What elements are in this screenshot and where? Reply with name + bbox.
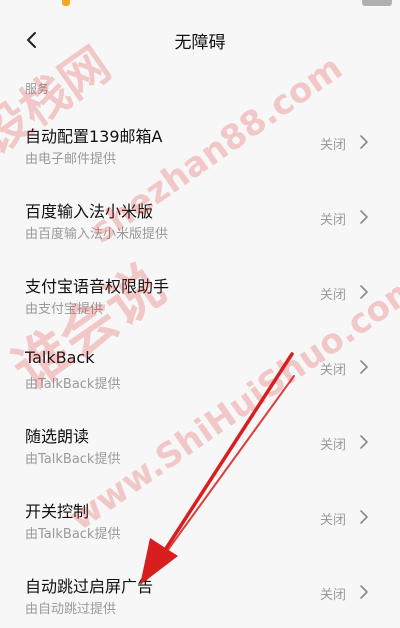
chevron-right-icon bbox=[358, 509, 370, 524]
service-row[interactable]: 自动跳过启屏广告 由自动跳过提供 关闭 bbox=[0, 553, 400, 628]
service-title: 开关控制 bbox=[25, 502, 90, 521]
service-title: 支付宝语音权限助手 bbox=[25, 277, 170, 296]
service-row[interactable]: 随选朗读 由TalkBack提供 关闭 bbox=[0, 403, 400, 478]
service-title: TalkBack bbox=[25, 348, 95, 367]
service-status: 关闭 bbox=[319, 588, 346, 603]
chevron-right-icon bbox=[358, 134, 370, 149]
service-row[interactable]: 开关控制 由TalkBack提供 关闭 bbox=[0, 478, 400, 553]
status-icons bbox=[362, 0, 392, 6]
service-title: 百度输入法小米版 bbox=[25, 202, 154, 221]
service-title: 自动配置139邮箱A bbox=[25, 127, 163, 146]
service-provider: 由支付宝提供 bbox=[25, 302, 104, 317]
service-provider: 由自动跳过提供 bbox=[25, 602, 117, 617]
page-title: 无障碍 bbox=[174, 33, 226, 53]
service-title: 自动跳过启屏广告 bbox=[25, 577, 154, 596]
service-status: 关闭 bbox=[319, 213, 346, 228]
chevron-right-icon bbox=[358, 584, 370, 599]
service-title: 随选朗读 bbox=[25, 427, 90, 446]
chevron-right-icon bbox=[358, 359, 370, 374]
notification-icon bbox=[62, 0, 70, 6]
service-row[interactable]: 自动配置139邮箱A 由电子邮件提供 关闭 bbox=[0, 103, 400, 178]
service-row[interactable]: 百度输入法小米版 由百度输入法小米版提供 关闭 bbox=[0, 178, 400, 253]
service-row[interactable]: TalkBack 由TalkBack提供 关闭 bbox=[0, 328, 400, 403]
service-provider: 由电子邮件提供 bbox=[25, 152, 117, 167]
service-status: 关闭 bbox=[319, 288, 346, 303]
services-list: 自动配置139邮箱A 由电子邮件提供 关闭 百度输入法小米版 由百度输入法小米版… bbox=[0, 103, 400, 628]
service-provider: 由百度输入法小米版提供 bbox=[25, 227, 169, 242]
service-status: 关闭 bbox=[319, 363, 346, 378]
service-row[interactable]: 支付宝语音权限助手 由支付宝提供 关闭 bbox=[0, 253, 400, 328]
service-status: 关闭 bbox=[319, 138, 346, 153]
chevron-right-icon bbox=[358, 434, 370, 449]
chevron-right-icon bbox=[358, 209, 370, 224]
section-label: 服务 bbox=[25, 82, 50, 96]
service-provider: 由TalkBack提供 bbox=[25, 452, 121, 467]
service-provider: 由TalkBack提供 bbox=[25, 527, 121, 542]
service-provider: 由TalkBack提供 bbox=[25, 377, 121, 392]
status-bar bbox=[0, 0, 400, 12]
service-status: 关闭 bbox=[319, 438, 346, 453]
service-status: 关闭 bbox=[319, 513, 346, 528]
header: 无障碍 bbox=[0, 12, 400, 68]
chevron-right-icon bbox=[358, 284, 370, 299]
